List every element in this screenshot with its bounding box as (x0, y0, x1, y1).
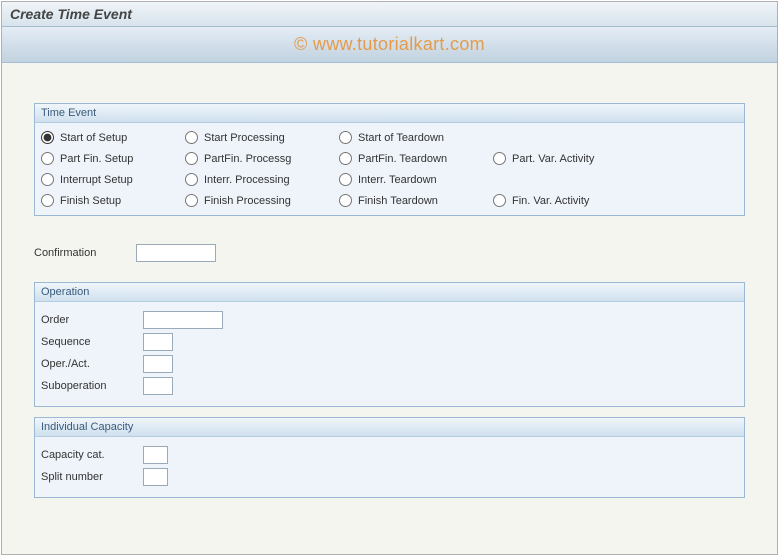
group-time-event-title: Time Event (35, 104, 744, 123)
radio-part-var-activity[interactable]: Part. Var. Activity (493, 152, 643, 165)
radio-interrupt-setup[interactable]: Interrupt Setup (41, 173, 181, 186)
content-area: Time Event Start of Setup Start Processi… (2, 63, 777, 524)
radio-start-processing-label: Start Processing (204, 132, 285, 144)
radio-start-teardown-input[interactable] (339, 131, 352, 144)
group-operation: Operation Order Sequence Oper./Act. Subo… (34, 282, 745, 407)
group-capacity-body: Capacity cat. Split number (35, 437, 744, 497)
radio-finish-processing[interactable]: Finish Processing (185, 194, 335, 207)
radio-interr-teardown[interactable]: Interr. Teardown (339, 173, 489, 186)
radio-partfin-setup-input[interactable] (41, 152, 54, 165)
radio-interrupt-setup-label: Interrupt Setup (60, 174, 133, 186)
radio-start-setup-input[interactable] (41, 131, 54, 144)
radio-start-teardown[interactable]: Start of Teardown (339, 131, 489, 144)
radio-interr-teardown-label: Interr. Teardown (358, 174, 437, 186)
group-time-event-body: Start of Setup Start Processing Start of… (35, 123, 744, 215)
radio-partfin-teardown-input[interactable] (339, 152, 352, 165)
radio-partfin-setup-label: Part Fin. Setup (60, 153, 133, 165)
confirmation-row: Confirmation (34, 244, 745, 262)
radio-interr-processing-label: Interr. Processing (204, 174, 290, 186)
sequence-row: Sequence (41, 332, 738, 352)
radio-finish-setup-input[interactable] (41, 194, 54, 207)
radio-start-setup-label: Start of Setup (60, 132, 127, 144)
order-input[interactable] (143, 311, 223, 329)
app-window: Create Time Event © www.tutorialkart.com… (1, 1, 778, 555)
oper-act-label: Oper./Act. (41, 356, 143, 372)
radio-start-processing[interactable]: Start Processing (185, 131, 335, 144)
radio-interr-processing-input[interactable] (185, 173, 198, 186)
radio-partfin-setup[interactable]: Part Fin. Setup (41, 152, 181, 165)
radio-part-var-activity-label: Part. Var. Activity (512, 153, 594, 165)
radio-finish-setup-label: Finish Setup (60, 195, 121, 207)
capacity-cat-input[interactable] (143, 446, 168, 464)
radio-part-var-activity-input[interactable] (493, 152, 506, 165)
suboperation-label: Suboperation (41, 378, 143, 394)
group-time-event: Time Event Start of Setup Start Processi… (34, 103, 745, 216)
split-number-label: Split number (41, 469, 143, 485)
sequence-input[interactable] (143, 333, 173, 351)
group-operation-title: Operation (35, 283, 744, 302)
suboperation-row: Suboperation (41, 376, 738, 396)
suboperation-input[interactable] (143, 377, 173, 395)
split-number-input[interactable] (143, 468, 168, 486)
radio-finish-teardown-input[interactable] (339, 194, 352, 207)
radio-partfin-processing[interactable]: PartFin. Processg (185, 152, 335, 165)
confirmation-label: Confirmation (34, 245, 136, 261)
radio-finish-teardown-label: Finish Teardown (358, 195, 438, 207)
group-capacity-title: Individual Capacity (35, 418, 744, 437)
watermark-text: © www.tutorialkart.com (2, 27, 777, 63)
radio-interr-processing[interactable]: Interr. Processing (185, 173, 335, 186)
radio-partfin-processing-input[interactable] (185, 152, 198, 165)
radio-fin-var-activity-input[interactable] (493, 194, 506, 207)
radio-start-setup[interactable]: Start of Setup (41, 131, 181, 144)
capacity-cat-label: Capacity cat. (41, 447, 143, 463)
oper-act-input[interactable] (143, 355, 173, 373)
order-label: Order (41, 312, 143, 328)
radio-interr-teardown-input[interactable] (339, 173, 352, 186)
capacity-cat-row: Capacity cat. (41, 445, 738, 465)
oper-act-row: Oper./Act. (41, 354, 738, 374)
radio-start-processing-input[interactable] (185, 131, 198, 144)
radio-partfin-teardown[interactable]: PartFin. Teardown (339, 152, 489, 165)
radio-partfin-processing-label: PartFin. Processg (204, 153, 291, 165)
split-number-row: Split number (41, 467, 738, 487)
group-capacity: Individual Capacity Capacity cat. Split … (34, 417, 745, 498)
radio-partfin-teardown-label: PartFin. Teardown (358, 153, 447, 165)
radio-finish-setup[interactable]: Finish Setup (41, 194, 181, 207)
sequence-label: Sequence (41, 334, 143, 350)
radio-interrupt-setup-input[interactable] (41, 173, 54, 186)
radio-finish-processing-input[interactable] (185, 194, 198, 207)
radio-start-teardown-label: Start of Teardown (358, 132, 444, 144)
time-event-radio-grid: Start of Setup Start Processing Start of… (41, 131, 738, 207)
page-title: Create Time Event (2, 2, 777, 27)
radio-finish-teardown[interactable]: Finish Teardown (339, 194, 489, 207)
confirmation-input[interactable] (136, 244, 216, 262)
radio-finish-processing-label: Finish Processing (204, 195, 291, 207)
radio-fin-var-activity-label: Fin. Var. Activity (512, 195, 589, 207)
group-operation-body: Order Sequence Oper./Act. Suboperation (35, 302, 744, 406)
radio-fin-var-activity[interactable]: Fin. Var. Activity (493, 194, 643, 207)
order-row: Order (41, 310, 738, 330)
